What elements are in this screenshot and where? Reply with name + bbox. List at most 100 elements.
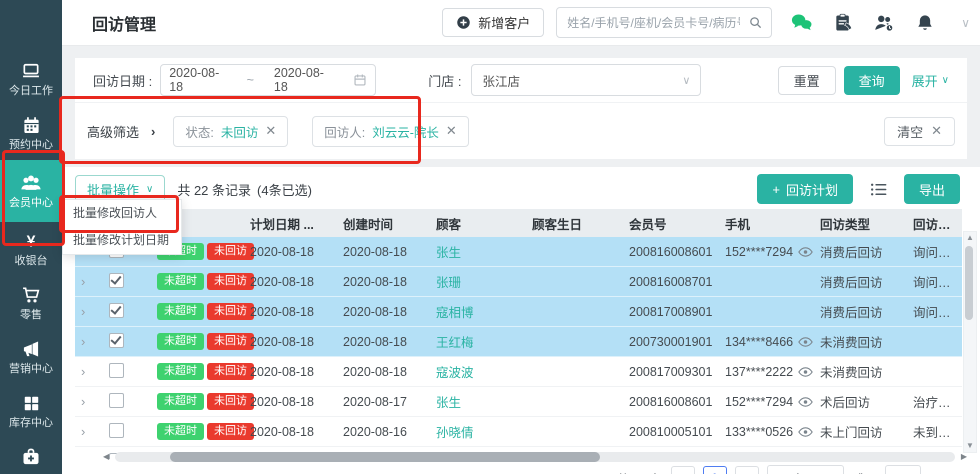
wechat-icon[interactable] xyxy=(790,11,813,34)
table-body: ›未超时未回访2020-08-182020-08-18张生20081600860… xyxy=(75,237,962,459)
cell-plan-date: 2020-08-18 xyxy=(246,395,339,409)
chevron-right-icon[interactable]: › xyxy=(151,124,155,139)
next-page-button[interactable]: › xyxy=(735,466,759,474)
expand-row-icon[interactable]: › xyxy=(81,335,85,349)
status-badge-ontime: 未超时 xyxy=(157,423,204,440)
pagination-total: 共 22 条 xyxy=(617,469,663,474)
pagination: 共 22 条 ‹ 1 › 50 条/页 ∨ 跳至 页 xyxy=(62,462,980,474)
horizontal-scrollbar[interactable]: ◀ ▶ xyxy=(115,452,955,462)
cell-customer-name: 张生 xyxy=(432,392,528,411)
list-view-icon[interactable] xyxy=(869,180,888,199)
call-log-icon[interactable] xyxy=(833,13,853,33)
row-checkbox[interactable] xyxy=(109,303,124,318)
clear-filters-button[interactable]: 清空 ✕ xyxy=(884,117,955,146)
cell-member-no: 200816008701 xyxy=(625,275,721,289)
topbar-icons xyxy=(790,11,935,34)
calendar-icon xyxy=(22,115,41,135)
page-size-select[interactable]: 50 条/页 ∨ xyxy=(767,465,845,474)
store-select[interactable]: 张江店 ∨ xyxy=(471,64,701,96)
row-checkbox[interactable] xyxy=(109,423,124,438)
sidebar-item-label: 收银台 xyxy=(15,256,48,267)
scroll-up-icon[interactable]: ▲ xyxy=(964,232,976,244)
cell-create-date: 2020-08-18 xyxy=(339,335,432,349)
sidebar-item-retail[interactable]: 零售 xyxy=(0,276,62,330)
cell-member-no: 200816008601 xyxy=(625,245,721,259)
expand-row-icon[interactable]: › xyxy=(81,365,85,379)
current-page-button[interactable]: 1 xyxy=(703,466,727,474)
visit-date-range-input[interactable]: 2020-08-18 ~ 2020-08-18 xyxy=(160,64,376,96)
expand-row-icon[interactable]: › xyxy=(81,395,85,409)
sidebar-item-today-work[interactable]: 今日工作 xyxy=(0,52,62,106)
eye-icon[interactable] xyxy=(798,367,813,377)
page-unit-label: 页 xyxy=(929,469,942,474)
expand-row-icon[interactable]: › xyxy=(81,455,85,460)
sidebar-item-label: 今日工作 xyxy=(9,86,53,97)
filter-tag-visitor[interactable]: 回访人: 刘云云-院长 ✕ xyxy=(312,116,469,147)
cart-icon xyxy=(21,285,41,305)
eye-icon[interactable] xyxy=(798,427,813,437)
expand-row-icon[interactable]: › xyxy=(81,275,85,289)
add-customer-button[interactable]: 新增客户 xyxy=(442,8,544,37)
row-checkbox[interactable] xyxy=(109,363,124,378)
eye-icon[interactable] xyxy=(798,397,813,407)
scroll-left-icon[interactable]: ◀ xyxy=(103,451,109,462)
jump-page-input[interactable] xyxy=(885,465,921,474)
column-header: 顾客 xyxy=(432,214,528,233)
cell-visit-type: 未消费回访 xyxy=(816,332,909,351)
cell-visit-type: 术后回访 xyxy=(816,392,909,411)
export-button[interactable]: 导出 xyxy=(904,174,960,204)
scroll-right-icon[interactable]: ▶ xyxy=(961,451,967,462)
svg-text:¥: ¥ xyxy=(27,233,36,250)
cell-visit-type: 未上门回访 xyxy=(816,422,909,441)
reset-button[interactable]: 重置 xyxy=(778,66,836,95)
cell-phone: 134****8466 xyxy=(721,335,816,349)
sidebar-item-label: 营销中心 xyxy=(9,364,53,375)
cell-create-date: 2020-08-16 xyxy=(339,425,432,439)
dropdown-item-batch-edit-visitor[interactable]: 批量修改回访人 xyxy=(63,200,181,227)
sidebar-item-booking-center[interactable]: 预约中心 xyxy=(0,106,62,160)
table-row: ›未超时未回访2020-08-182020-08-16孙晓倩2008100051… xyxy=(75,417,962,447)
dropdown-item-batch-edit-plan-date[interactable]: 批量修改计划日期 xyxy=(63,227,181,254)
expand-filters-link[interactable]: 展开 ∨ xyxy=(912,71,949,90)
column-header: 计划日期 ... xyxy=(246,214,339,233)
column-header: 会员号 xyxy=(625,214,721,233)
vertical-scroll-thumb[interactable] xyxy=(965,246,973,320)
table-row: ›未超时未回访2020-08-182020-08-18王红梅2007300019… xyxy=(75,327,962,357)
collapse-panel-icon[interactable]: ∨ xyxy=(961,16,970,30)
eye-icon[interactable] xyxy=(798,337,813,347)
cell-customer-name: 张珊 xyxy=(432,272,528,291)
sidebar-item-member-center[interactable]: 会员中心 xyxy=(0,160,62,222)
table-row: ›未超时未回访2020-08-182020-08-18寇波波2008170093… xyxy=(75,357,962,387)
remove-tag-icon[interactable]: ✕ xyxy=(265,123,276,139)
remove-tag-icon[interactable]: ✕ xyxy=(446,123,457,139)
query-button[interactable]: 查询 xyxy=(844,66,900,95)
customers-icon[interactable] xyxy=(873,12,895,34)
filter-tag-status[interactable]: 状态: 未回访 ✕ xyxy=(173,116,288,147)
notification-bell-icon[interactable] xyxy=(915,13,935,33)
sidebar-item-marketing-center[interactable]: 营销中心 xyxy=(0,330,62,384)
cell-visit-type: 未消费回访 xyxy=(816,362,909,381)
eye-icon[interactable] xyxy=(798,247,813,257)
sidebar-item-inventory-center[interactable]: 库存中心 xyxy=(0,384,62,438)
horizontal-scroll-thumb[interactable] xyxy=(170,452,600,462)
search-icon[interactable] xyxy=(748,15,763,30)
cell-visit-type: 消费后回访 xyxy=(816,242,909,261)
sidebar-item-cashier[interactable]: ¥ 收银台 xyxy=(0,222,62,276)
row-checkbox[interactable] xyxy=(109,333,124,348)
advanced-filter-label[interactable]: 高级筛选 xyxy=(87,122,139,141)
row-checkbox[interactable] xyxy=(109,273,124,288)
expand-row-icon[interactable]: › xyxy=(81,305,85,319)
search-input[interactable] xyxy=(565,15,742,31)
sidebar-item-medical-kit[interactable] xyxy=(0,438,62,474)
prev-page-button[interactable]: ‹ xyxy=(671,466,695,474)
vertical-scrollbar[interactable]: ▲ ▼ xyxy=(963,231,977,453)
topbar: 回访管理 新增客户 ∨ xyxy=(62,0,980,46)
add-visit-plan-button[interactable]: + 回访计划 xyxy=(757,174,853,204)
column-header: 手机 xyxy=(721,214,816,233)
table-row: ›未超时未回访2020-08-182020-08-17张生20081600860… xyxy=(75,387,962,417)
expand-row-icon[interactable]: › xyxy=(81,425,85,439)
expand-row-cell: › xyxy=(75,425,105,439)
plus-circle-icon xyxy=(456,13,471,33)
status-cell: 未超时未回访 xyxy=(153,393,246,410)
row-checkbox[interactable] xyxy=(109,393,124,408)
